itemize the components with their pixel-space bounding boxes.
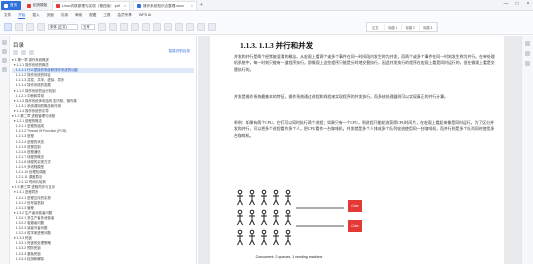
person-figure — [273, 229, 279, 246]
outline-item[interactable]: 1.3.3.4 检测和解除 — [12, 257, 194, 262]
tab-pdf-document[interactable]: Linux内核原理与实现（第四版）.pdf × — [52, 1, 130, 10]
title-bar: 首页 稻壳模板 Linux内核原理与实现（第四版）.pdf × 操作系统知识点整… — [0, 0, 533, 11]
menu-item[interactable]: 审阅 — [75, 13, 82, 19]
person-figure — [261, 189, 267, 206]
align-right-button[interactable] — [197, 23, 205, 31]
section-heading: 1.1.3. 1.1.3 并行和并发 — [240, 41, 314, 50]
cpu-box: Coke — [348, 200, 362, 212]
word-doc-icon — [137, 4, 141, 8]
menu-item[interactable]: 开始 — [18, 13, 26, 19]
ribbon-toolbar: 宋体 (正文) 五号 — [4, 21, 216, 33]
outline-title: 目录 — [13, 43, 25, 49]
menu-item[interactable]: WPS AI — [139, 13, 151, 19]
tab-label: 操作系统知识点整理.docx — [143, 3, 184, 8]
tab-word-document[interactable]: 操作系统知识点整理.docx × — [133, 1, 197, 10]
style-gallery: 正文 标题 1 标题 2 标题 3 — [366, 22, 438, 32]
italic-button[interactable] — [109, 23, 117, 31]
line-spacing-button[interactable] — [208, 23, 216, 31]
bold-button[interactable] — [98, 23, 106, 31]
paragraph: 举例：如果有两个CPU，它们可以同时执行两个进程；如果只有一个CPU，则进程只能… — [234, 121, 495, 138]
maximize-button[interactable]: □ — [514, 1, 520, 7]
menu-item[interactable]: 插入 — [32, 13, 39, 19]
person-figure — [261, 229, 267, 246]
menu-item[interactable]: 引用 — [61, 13, 68, 19]
tab-home[interactable]: 首页 — [1, 1, 21, 10]
person-figure — [261, 209, 267, 226]
share-icon[interactable] — [525, 51, 530, 56]
font-name-select[interactable]: 宋体 (正文) — [48, 24, 78, 30]
font-size-select[interactable]: 五号 — [81, 24, 95, 30]
person-figure — [285, 209, 291, 226]
ribbon-menu: 文件 开始 插入 页面 引用 审阅 视图 工具 会员专享 WPS AI — [4, 13, 151, 19]
document-page: 1.1.3. 1.1.3 并行和并发 并发和并行是两个经常被混淆的概念。从宏观上… — [210, 36, 504, 264]
outline-icon[interactable] — [2, 40, 7, 45]
help-icon[interactable] — [525, 61, 530, 66]
bullets-button[interactable] — [153, 23, 161, 31]
style-heading-3[interactable]: 标题 3 — [420, 23, 437, 31]
expand-all-icon[interactable] — [13, 50, 18, 55]
settings-icon[interactable] — [525, 41, 530, 46]
close-window-button[interactable]: × — [525, 1, 531, 7]
home-icon — [4, 3, 8, 8]
menu-item[interactable]: 工具 — [103, 13, 110, 19]
font-color-button[interactable] — [131, 23, 139, 31]
comment-icon[interactable] — [2, 67, 7, 72]
pdf-icon — [56, 4, 60, 8]
person-figure — [285, 189, 291, 206]
outline-tools — [13, 50, 34, 55]
close-tab-icon[interactable]: × — [191, 4, 193, 8]
docer-icon — [27, 3, 31, 8]
nav-icon-strip — [0, 36, 10, 264]
outline-list: ▾ 1.第一章 操作系统概述 ▾ 1.1.1 操作系统的概念 1.1.1.1 什… — [12, 58, 194, 262]
paragraph: 并发是操作系统最基本的特征，操作系统通过进程和线程来实现程序的并发执行，而多核处… — [234, 95, 448, 99]
align-center-button[interactable] — [186, 23, 194, 31]
cpu-box: Coke — [348, 220, 362, 232]
collapse-all-icon[interactable] — [21, 50, 26, 55]
document-area: 1.1.3. 1.1.3 并行和并发 并发和并行是两个经常被混淆的概念。从宏观上… — [198, 36, 533, 264]
menu-item[interactable]: 页面 — [47, 13, 54, 19]
tab-label: 稻壳模板 — [33, 3, 48, 7]
outline-settings-icon[interactable] — [29, 50, 34, 55]
person-figure — [273, 189, 279, 206]
format-painter-button[interactable] — [37, 23, 45, 31]
numbering-button[interactable] — [164, 23, 172, 31]
menu-item[interactable]: 会员专享 — [118, 13, 132, 19]
style-heading-1[interactable]: 标题 1 — [385, 23, 402, 31]
paragraph: 并发和并行是两个经常被混淆的概念。从宏观上看两个或多个事件在同一时间段内发生称为… — [234, 55, 495, 72]
figure-caption: Concurrent: 2 queues, 1 vending machine — [255, 255, 323, 259]
smart-toc-button[interactable]: 智能识别目录 — [168, 49, 190, 54]
person-figure — [249, 229, 255, 246]
person-figure — [249, 189, 255, 206]
person-figure — [285, 229, 291, 246]
underline-button[interactable] — [120, 23, 128, 31]
menu-item[interactable]: 文件 — [4, 13, 11, 19]
person-figure — [273, 209, 279, 226]
person-figure — [237, 209, 243, 226]
align-left-button[interactable] — [175, 23, 183, 31]
person-figure — [249, 209, 255, 226]
copy-button[interactable] — [26, 23, 34, 31]
menu-item[interactable]: 视图 — [89, 13, 96, 19]
new-tab-button[interactable]: + — [200, 2, 203, 8]
close-tab-icon[interactable]: × — [124, 4, 126, 8]
person-figure — [237, 229, 243, 246]
tab-templates[interactable]: 稻壳模板 — [24, 1, 48, 10]
search-icon[interactable] — [2, 58, 7, 63]
style-normal[interactable]: 正文 — [367, 23, 385, 31]
outline-panel: 目录 智能识别目录 ▾ 1.第一章 操作系统概述 ▾ 1.1.1 操作系统的概念… — [0, 36, 197, 264]
bookmark-icon[interactable] — [2, 49, 7, 54]
paste-button[interactable] — [4, 23, 12, 31]
tab-label: 首页 — [10, 3, 18, 7]
cut-button[interactable] — [15, 23, 23, 31]
style-heading-2[interactable]: 标题 2 — [402, 23, 420, 31]
ribbon: 文件 开始 插入 页面 引用 审阅 视图 工具 会员专享 WPS AI 宋体 (正文) 五号 正文… — [0, 12, 533, 35]
window-controls: — □ × — [503, 1, 531, 7]
right-tool-strip — [521, 36, 533, 264]
concurrency-figure — [237, 189, 344, 246]
tab-label: Linux内核原理与实现（第四版）.pdf — [62, 3, 120, 8]
minimize-button[interactable]: — — [503, 1, 509, 7]
highlight-button[interactable] — [142, 23, 150, 31]
person-figure — [237, 189, 243, 206]
